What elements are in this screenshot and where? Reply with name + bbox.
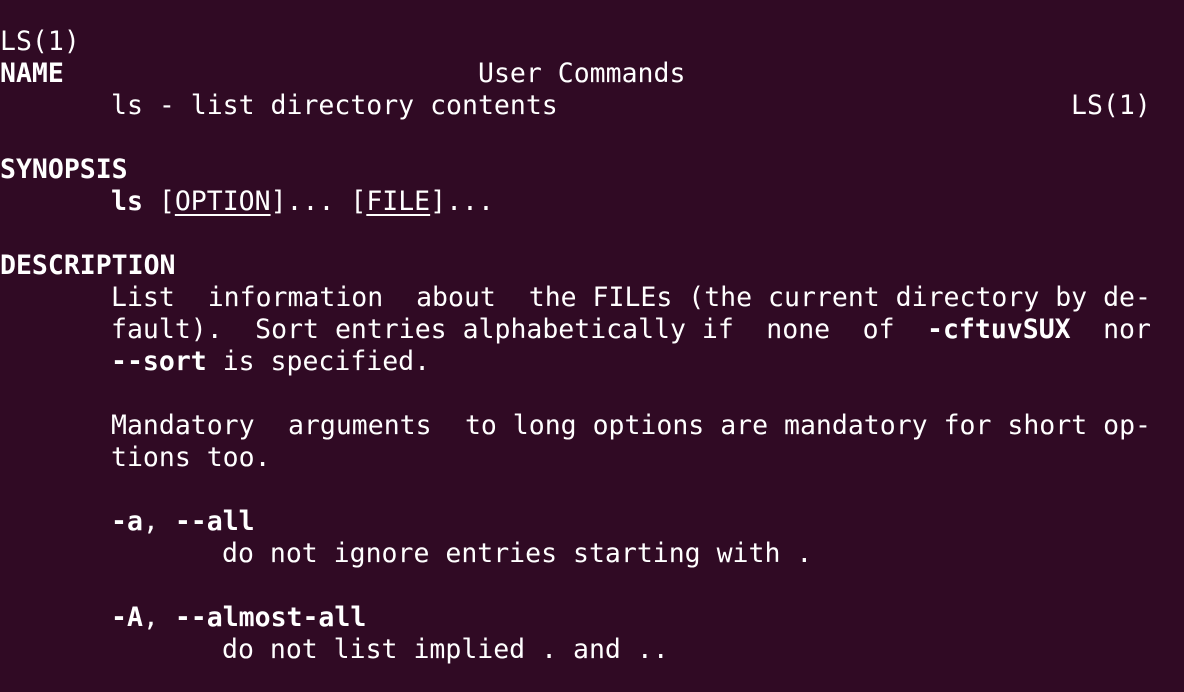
option-A-short: -A [111, 602, 143, 633]
option-a-desc: do not ignore entries starting with . [222, 538, 813, 569]
synopsis-bracket-open: [ [142, 186, 175, 217]
p1l2-word: nor [1103, 314, 1151, 345]
option-A-desc: do not list implied . and .. [222, 634, 669, 665]
description-p2-line2: tions too. [111, 442, 271, 473]
p1l1-word: information [207, 282, 384, 313]
p1l2-word: fault). [111, 314, 223, 345]
p1l1-word: about [416, 282, 496, 313]
sort-option: --sort [111, 346, 207, 377]
man-header: LS(1) User Commands LS(1) [0, 0, 1184, 121]
option-A-long: --almost-all [174, 602, 367, 633]
description-heading: DESCRIPTION [0, 250, 176, 281]
option-a-name: -a, --all [111, 506, 255, 538]
p1l2-word: Sort entries alphabetically if [255, 314, 734, 345]
synopsis-bracket-close: ]... [430, 186, 494, 217]
option-a-sep: , [142, 506, 175, 537]
option-a-long: --all [174, 506, 255, 537]
p1l2-word: of [862, 314, 895, 345]
p2l1-word: Mandatory [111, 410, 255, 441]
description-p1-line2: fault). Sort entries alphabetically if n… [111, 314, 1151, 346]
man-header-left: LS(1) [0, 26, 80, 57]
option-a-short: -a [111, 506, 143, 537]
p1l2-flags: -cftuvSUX [927, 314, 1071, 345]
description-p2-line1: Mandatory arguments to long options are … [111, 410, 1151, 442]
synopsis-bracket-mid: ]... [ [270, 186, 367, 217]
p2l1-word: arguments [287, 410, 432, 441]
terminal-window[interactable]: LS(1) User Commands LS(1) NAME ls - list… [0, 0, 1184, 692]
description-p1-line3: --sort is specified. [111, 346, 430, 378]
name-text: ls - list directory contents [111, 90, 558, 121]
description-p1-line1: List information about the FILEs (the cu… [111, 282, 1151, 314]
synopsis-heading: SYNOPSIS [0, 154, 128, 185]
name-heading: NAME [0, 58, 64, 89]
synopsis-arg-file: FILE [366, 186, 431, 217]
p1l2-word: none [766, 314, 831, 345]
p2l1-word: to long options are mandatory for short … [464, 410, 1151, 441]
p1l1-word: List [111, 282, 175, 313]
p1l1-word: the FILEs (the current directory by de- [528, 282, 1151, 313]
option-A-name: -A, --almost-all [111, 602, 366, 634]
man-header-center: User Commands [478, 58, 686, 89]
man-header-right: LS(1) [1071, 90, 1151, 121]
p1l3-rest: is specified. [206, 346, 431, 377]
synopsis-line: ls [OPTION]... [FILE]... [111, 186, 494, 218]
option-A-sep: , [142, 602, 175, 633]
synopsis-arg-option: OPTION [174, 186, 271, 217]
synopsis-command: ls [111, 186, 143, 217]
